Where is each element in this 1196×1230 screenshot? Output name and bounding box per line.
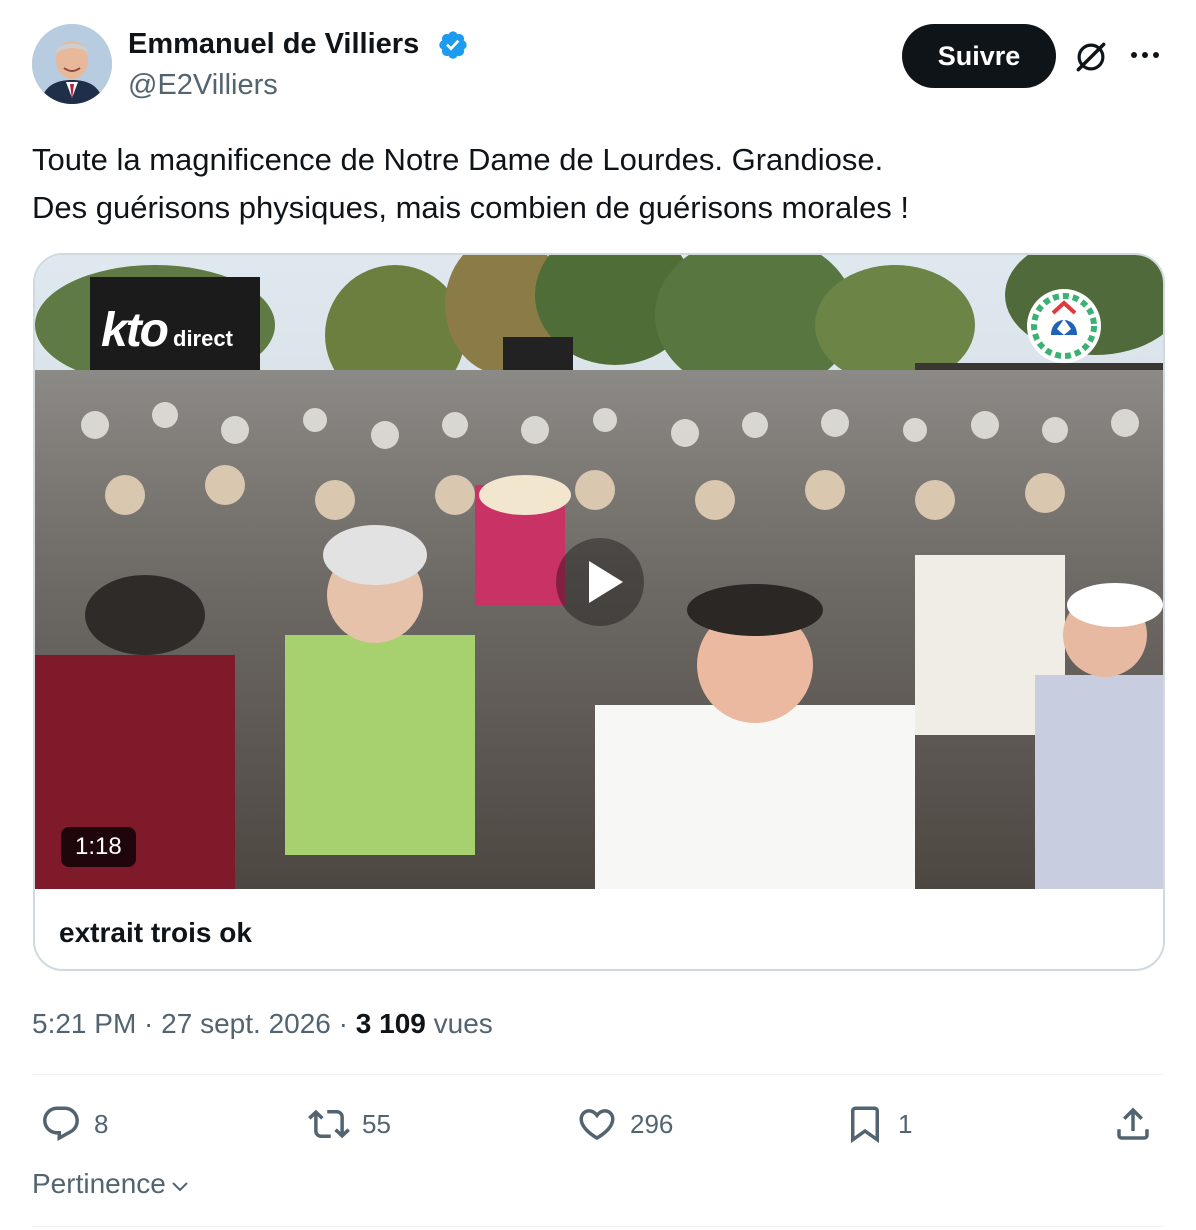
reply-icon [43, 1106, 79, 1141]
kto-logo: kto direct [101, 303, 233, 358]
share-button[interactable] [1112, 1100, 1154, 1148]
avatar-portrait [32, 24, 112, 104]
bookmark-button[interactable]: 1 [844, 1100, 912, 1148]
like-button[interactable]: 296 [576, 1100, 673, 1148]
video-player[interactable]: kto direct 1:18 [35, 255, 1163, 889]
bookmark-count: 1 [898, 1108, 913, 1139]
repost-count: 55 [362, 1108, 391, 1139]
sort-label: Pertinence [32, 1168, 166, 1199]
tweet-text-line-1: Toute la magnificence de Notre Dame de L… [32, 142, 884, 177]
verified-badge-icon [439, 31, 467, 59]
avatar[interactable] [32, 24, 112, 104]
like-count: 296 [630, 1108, 674, 1139]
divider [32, 1226, 1164, 1227]
author-name[interactable]: Emmanuel de Villiers [128, 26, 419, 62]
tweet-time[interactable]: 5:21 PM [32, 1008, 136, 1039]
media-title[interactable]: extrait trois ok [59, 917, 252, 949]
repost-icon [308, 1109, 350, 1139]
tweet-text-line-2: Des guérisons physiques, mais combien de… [32, 190, 910, 225]
reply-button[interactable]: 8 [40, 1100, 108, 1148]
views-label: vues [433, 1008, 493, 1039]
sort-dropdown[interactable]: Pertinence [32, 1168, 192, 1200]
follow-button[interactable]: Suivre [902, 24, 1056, 88]
kto-direct-label: direct [173, 326, 233, 351]
sanctuary-logo [1027, 289, 1101, 363]
heart-icon [579, 1109, 615, 1141]
chevron-down-icon [172, 1182, 188, 1192]
bookmark-icon [851, 1106, 879, 1144]
reply-count: 8 [94, 1108, 109, 1139]
tweet-text: Toute la magnificence de Notre Dame de L… [32, 136, 1162, 232]
more-icon[interactable] [1128, 44, 1162, 66]
media-card[interactable]: kto direct 1:18 extrait trois ok [33, 253, 1165, 971]
video-duration-badge: 1:18 [61, 827, 136, 867]
views-count: 3 109 [355, 1008, 426, 1039]
tweet-meta: 5:21 PM · 27 sept. 2026 · 3 109 vues [32, 1006, 493, 1042]
grok-icon[interactable] [1072, 38, 1110, 76]
meta-separator: · [136, 1008, 162, 1039]
divider [32, 1074, 1164, 1075]
meta-separator: · [330, 1008, 356, 1039]
author-handle[interactable]: @E2Villiers [128, 67, 278, 103]
sanctuary-emblem-icon [1029, 291, 1099, 361]
kto-brand: kto [101, 304, 169, 357]
repost-button[interactable]: 55 [308, 1100, 391, 1148]
tweet-date[interactable]: 27 sept. 2026 [161, 1008, 331, 1039]
share-icon [1117, 1107, 1149, 1140]
play-icon[interactable] [555, 537, 645, 627]
